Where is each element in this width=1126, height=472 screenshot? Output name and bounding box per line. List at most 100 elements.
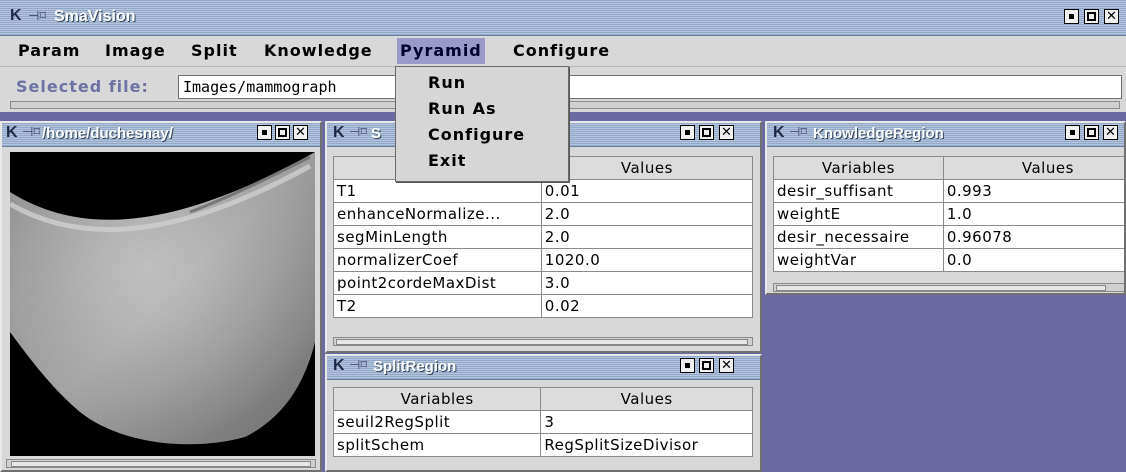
minimize-icon[interactable]: [1064, 9, 1079, 24]
variable-cell[interactable]: normalizerCoef: [333, 248, 542, 272]
minimize-icon[interactable]: [680, 358, 695, 373]
minimize-icon[interactable]: [1065, 125, 1080, 140]
variable-cell[interactable]: seuil2RegSplit: [332, 410, 542, 434]
menu-item-run[interactable]: Run: [428, 73, 466, 92]
close-icon[interactable]: ✕: [1104, 9, 1119, 24]
selected-file-input[interactable]: Images/mammograph: [178, 75, 1122, 99]
menu-image[interactable]: Image: [102, 38, 169, 64]
maximize-icon[interactable]: [1084, 9, 1099, 24]
variable-cell[interactable]: splitSchem: [332, 433, 542, 457]
close-icon[interactable]: ✕: [719, 125, 734, 140]
mammogram-image: [10, 152, 315, 456]
pyramid-dropdown-menu: Run Run As Configure Exit: [395, 66, 569, 182]
menu-param[interactable]: Param: [15, 38, 83, 64]
knowledge-window-scroll-thumb[interactable]: [776, 285, 1106, 291]
menu-split[interactable]: Split: [188, 38, 241, 64]
value-cell[interactable]: 3: [540, 410, 753, 434]
knowledge-parameters-table: Variables Values desir_suffisant 0.993 we…: [773, 156, 1124, 272]
table-row[interactable]: weightVar 0.0: [773, 248, 1124, 272]
variable-cell[interactable]: point2cordeMaxDist: [333, 271, 542, 295]
pin-icon[interactable]: ⊣⌑: [28, 8, 50, 26]
knowledge-region-window: K ⊣⌑ KnowledgeRegion ✕ Variables Values …: [765, 121, 1126, 295]
menu-item-exit[interactable]: Exit: [428, 151, 466, 170]
variables-header[interactable]: Variables: [332, 387, 542, 411]
close-icon[interactable]: ✕: [719, 358, 734, 373]
table-header-row: Variables Values: [773, 156, 1124, 180]
table-row[interactable]: T1 0.01: [333, 179, 754, 203]
variable-cell[interactable]: weightE: [773, 202, 944, 226]
table-row[interactable]: normalizerCoef 1020.0: [333, 248, 754, 272]
values-header[interactable]: Values: [942, 156, 1124, 180]
value-cell[interactable]: RegSplitSizeDivisor: [540, 433, 753, 457]
maximize-icon[interactable]: [1084, 125, 1099, 140]
knowledge-window-titlebar[interactable]: K ⊣⌑ KnowledgeRegion ✕: [767, 123, 1124, 147]
image-window-scroll-thumb[interactable]: [11, 461, 311, 467]
menu-pyramid[interactable]: Pyramid: [397, 38, 485, 64]
s-window-scroll-thumb[interactable]: [336, 339, 748, 345]
maximize-icon[interactable]: [699, 358, 714, 373]
image-window-scrollbar[interactable]: [6, 459, 316, 468]
maximize-icon[interactable]: [699, 125, 714, 140]
variables-header[interactable]: Variables: [773, 156, 944, 180]
variable-cell[interactable]: enhanceNormalize...: [333, 202, 542, 226]
value-cell[interactable]: 3.0: [540, 271, 754, 295]
menu-item-configure[interactable]: Configure: [428, 125, 525, 144]
k-icon: K: [333, 124, 345, 141]
table-row[interactable]: weightE 1.0: [773, 202, 1124, 226]
table-row[interactable]: seuil2RegSplit 3: [332, 410, 753, 434]
variable-cell[interactable]: desir_suffisant: [773, 179, 944, 203]
value-cell[interactable]: 2.0: [540, 225, 754, 249]
value-cell[interactable]: 0.01: [540, 179, 754, 203]
table-row[interactable]: point2cordeMaxDist 3.0: [333, 271, 754, 295]
pin-icon[interactable]: ⊣⌑: [789, 124, 811, 142]
variable-cell[interactable]: segMinLength: [333, 225, 542, 249]
table-header-row: Variables Values: [332, 387, 753, 411]
image-window-titlebar[interactable]: K ⊣⌑ /home/duchesnay/ ✕: [2, 123, 320, 147]
s-window-title: S: [371, 125, 382, 142]
selected-file-label: Selected file:: [16, 77, 149, 96]
close-icon[interactable]: ✕: [1103, 125, 1118, 140]
s-window-scrollbar[interactable]: [333, 337, 753, 346]
value-cell[interactable]: 0.0: [942, 248, 1124, 272]
value-cell[interactable]: 1.0: [942, 202, 1124, 226]
values-header[interactable]: Values: [540, 387, 753, 411]
split-window-titlebar[interactable]: K ⊣⌑ SplitRegion ✕: [327, 356, 760, 380]
menu-knowledge[interactable]: Knowledge: [261, 38, 376, 64]
value-cell[interactable]: 0.96078: [942, 225, 1124, 249]
pin-icon[interactable]: ⊣⌑: [22, 124, 44, 142]
table-row[interactable]: splitSchem RegSplitSizeDivisor: [332, 433, 753, 457]
split-region-window: K ⊣⌑ SplitRegion ✕ Variables Values seui…: [325, 354, 762, 472]
pin-icon[interactable]: ⊣⌑: [349, 357, 371, 375]
maximize-icon[interactable]: [275, 125, 290, 140]
image-window-title: /home/duchesnay/: [42, 125, 173, 142]
table-row[interactable]: enhanceNormalize... 2.0: [333, 202, 754, 226]
split-window-title: SplitRegion: [373, 358, 457, 375]
k-icon: K: [10, 7, 22, 24]
table-row[interactable]: desir_suffisant 0.993: [773, 179, 1124, 203]
value-cell[interactable]: 1020.0: [540, 248, 754, 272]
table-row[interactable]: segMinLength 2.0: [333, 225, 754, 249]
value-cell[interactable]: 2.0: [540, 202, 754, 226]
menubar: Param Image Split Knowledge Pyramid Conf…: [0, 36, 1126, 67]
close-icon[interactable]: ✕: [293, 125, 308, 140]
k-icon: K: [6, 124, 18, 141]
variable-cell[interactable]: desir_necessaire: [773, 225, 944, 249]
pin-icon[interactable]: ⊣⌑: [349, 124, 371, 142]
table-row[interactable]: T2 0.02: [333, 294, 754, 318]
table-row[interactable]: desir_necessaire 0.96078: [773, 225, 1124, 249]
values-header[interactable]: Values: [540, 156, 754, 180]
app-title: SmaVision: [54, 8, 136, 25]
value-cell[interactable]: 0.993: [942, 179, 1124, 203]
variable-cell[interactable]: T1: [333, 179, 542, 203]
k-icon: K: [773, 124, 785, 141]
variable-cell[interactable]: weightVar: [773, 248, 944, 272]
value-cell[interactable]: 0.02: [540, 294, 754, 318]
knowledge-window-scrollbar[interactable]: [773, 283, 1124, 292]
split-parameters-table: Variables Values seuil2RegSplit 3 splitSc…: [332, 387, 753, 457]
variable-cell[interactable]: T2: [333, 294, 542, 318]
main-titlebar[interactable]: K ⊣⌑ SmaVision ✕: [0, 0, 1126, 36]
menu-item-run-as[interactable]: Run As: [428, 99, 497, 118]
minimize-icon[interactable]: [680, 125, 695, 140]
menu-configure[interactable]: Configure: [510, 38, 613, 64]
minimize-icon[interactable]: [257, 125, 272, 140]
